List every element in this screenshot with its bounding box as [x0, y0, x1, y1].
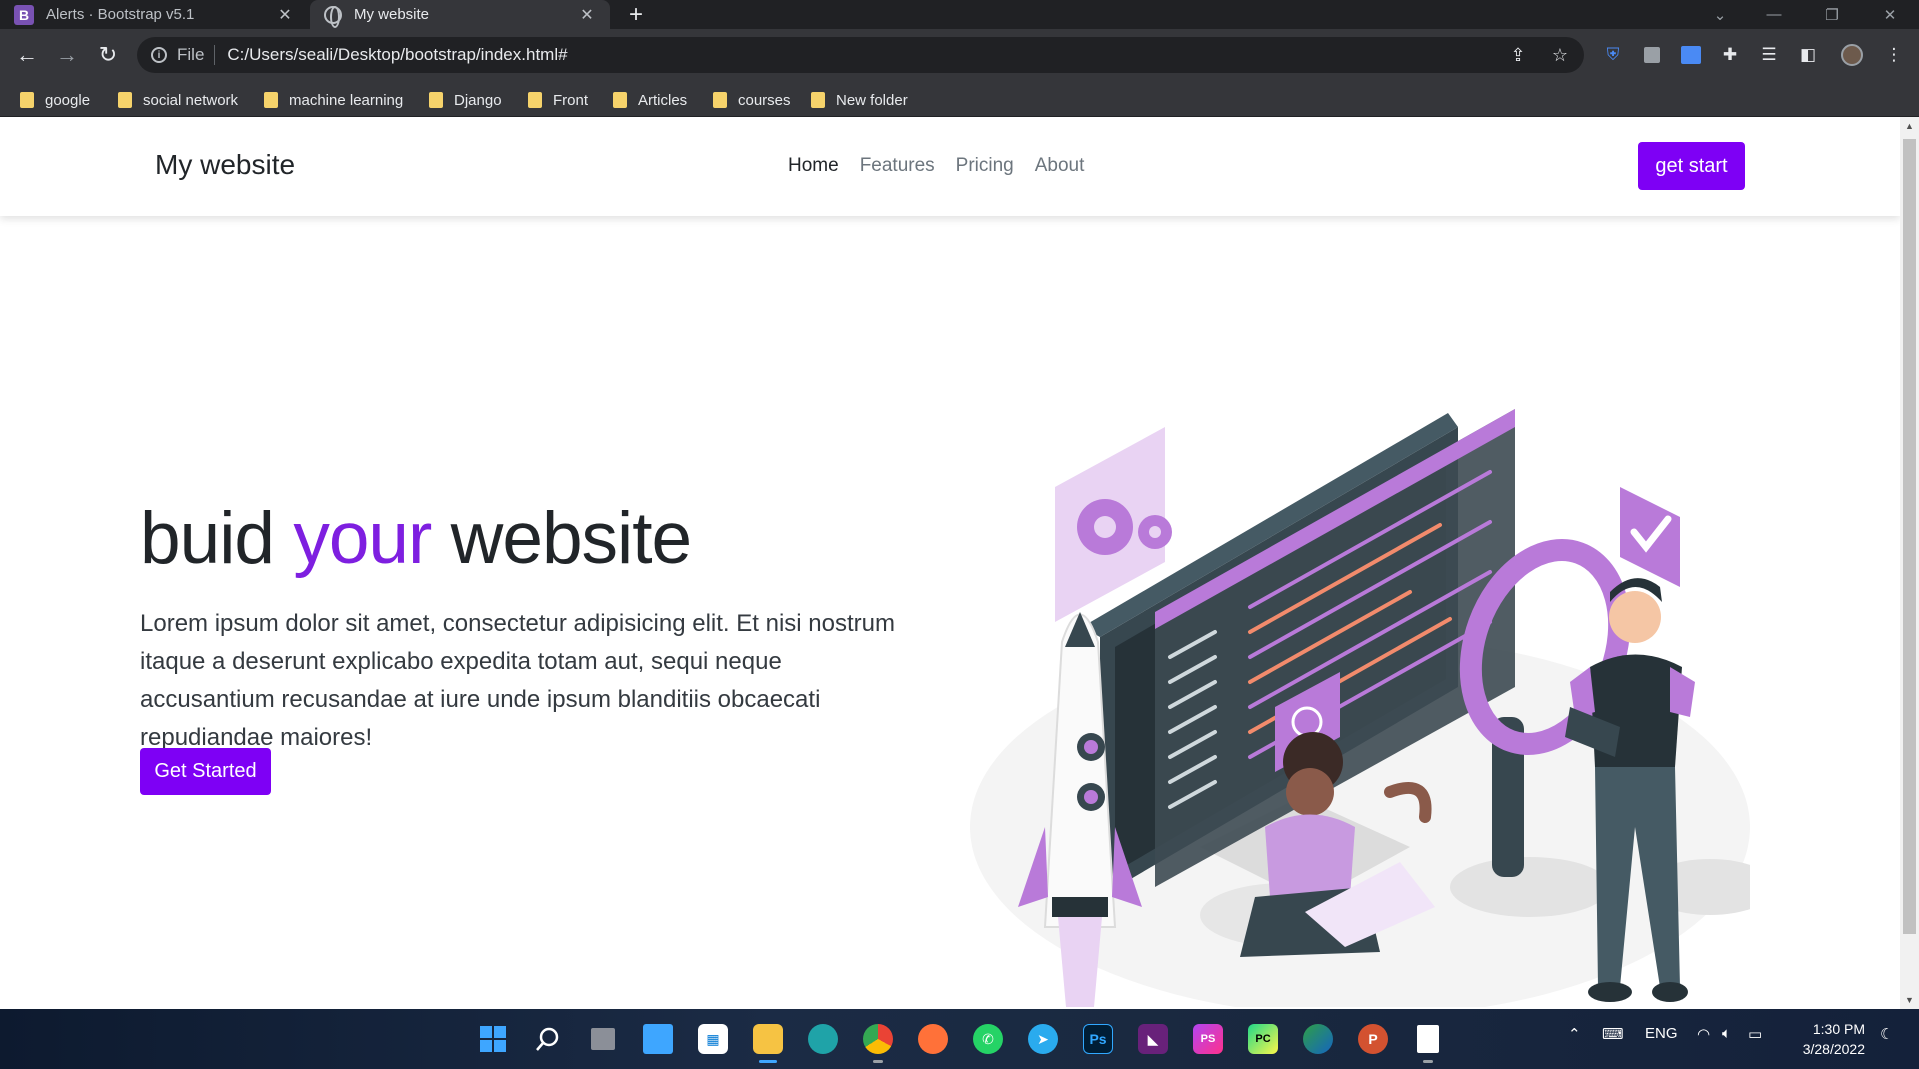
reading-list-icon[interactable]: ☰: [1755, 41, 1783, 69]
globe-icon: [324, 5, 342, 28]
bookmark-folder[interactable]: Articles: [613, 89, 687, 111]
minimize-icon[interactable]: —: [1754, 0, 1794, 29]
bookmark-folder[interactable]: social network: [118, 89, 238, 111]
tab-alerts-bootstrap[interactable]: B Alerts · Bootstrap v5.1 ✕: [0, 0, 308, 29]
extension-square-icon[interactable]: [1638, 41, 1666, 69]
notifications-moon-icon[interactable]: ☾: [1880, 1025, 1893, 1043]
folder-icon: [429, 92, 443, 108]
windows-taskbar: ▦ ✆ ➤ Ps ◣ PS PC P ⌃ ⌨ ENG ◠ 🔈︎ ▭ 1:30 P…: [0, 1009, 1919, 1069]
phpstorm-icon[interactable]: PS: [1190, 1021, 1226, 1057]
scroll-up-arrow-icon[interactable]: ▲: [1900, 117, 1919, 135]
bookmarks-bar: google social network machine learning D…: [0, 81, 1919, 117]
folder-icon: [118, 92, 132, 108]
scroll-thumb[interactable]: [1903, 139, 1916, 934]
page-scrollbar[interactable]: ▲ ▼: [1900, 117, 1919, 1009]
whatsapp-icon[interactable]: ✆: [970, 1021, 1006, 1057]
edge-browser-icon[interactable]: [805, 1021, 841, 1057]
scroll-down-arrow-icon[interactable]: ▼: [1900, 991, 1919, 1009]
profile-avatar[interactable]: [1838, 41, 1866, 69]
tab-title: My website: [354, 6, 430, 23]
document-file-icon[interactable]: [1410, 1021, 1446, 1063]
hero-paragraph: Lorem ipsum dolor sit amet, consectetur …: [140, 610, 895, 751]
folder-icon: [613, 92, 627, 108]
bookmark-folder[interactable]: New folder: [811, 89, 908, 111]
hero-title: buid your website: [140, 498, 692, 579]
share-icon[interactable]: ⇪: [1506, 43, 1530, 67]
chrome-browser-icon[interactable]: [860, 1021, 896, 1063]
search-icon[interactable]: [530, 1021, 566, 1057]
telegram-icon[interactable]: ➤: [1025, 1021, 1061, 1057]
info-icon[interactable]: i: [151, 47, 167, 63]
folder-icon: [811, 92, 825, 108]
address-scheme-label: File: [177, 45, 216, 65]
bootstrap-favicon-icon: B: [14, 4, 34, 25]
pycharm-icon[interactable]: PC: [1245, 1021, 1281, 1057]
file-explorer-icon[interactable]: [750, 1021, 786, 1063]
bookmark-star-icon[interactable]: ☆: [1548, 43, 1572, 67]
address-url[interactable]: C:/Users/seali/Desktop/bootstrap/index.h…: [227, 45, 567, 65]
language-indicator[interactable]: ENG: [1645, 1025, 1678, 1042]
developer-illustration: [970, 409, 1750, 1007]
wifi-icon[interactable]: ◠: [1697, 1025, 1710, 1043]
bookmark-folder[interactable]: machine learning: [264, 89, 403, 111]
task-view-icon[interactable]: [585, 1021, 621, 1057]
bookmark-folder[interactable]: Django: [429, 89, 502, 111]
nav-link-pricing[interactable]: Pricing: [956, 155, 1014, 177]
new-tab-plus-icon[interactable]: +: [622, 0, 650, 29]
forward-arrow-icon[interactable]: →: [53, 41, 81, 69]
visual-studio-icon[interactable]: ◣: [1135, 1021, 1171, 1057]
windows-start-icon[interactable]: [475, 1021, 511, 1057]
window-close-icon[interactable]: ✕: [1870, 0, 1910, 29]
firefox-browser-icon[interactable]: [915, 1021, 951, 1057]
bookmark-folder[interactable]: google: [20, 89, 90, 111]
reload-icon[interactable]: ↻: [94, 41, 122, 69]
shield-extension-icon[interactable]: ⛨: [1599, 41, 1627, 69]
google-translate-icon[interactable]: [1677, 41, 1705, 69]
battery-icon[interactable]: ▭: [1748, 1025, 1762, 1043]
puzzle-extensions-icon[interactable]: ✚: [1716, 41, 1744, 69]
volume-icon[interactable]: 🔈︎: [1722, 1025, 1731, 1042]
tab-my-website[interactable]: My website ✕: [310, 0, 610, 29]
tab-title: Alerts · Bootstrap v5.1: [46, 6, 195, 23]
restore-icon[interactable]: ❐: [1812, 0, 1852, 29]
nav-link-features[interactable]: Features: [860, 155, 935, 177]
bookmark-folder[interactable]: Front: [528, 89, 588, 111]
windows-logo-icon: [480, 1026, 506, 1052]
folder-icon: [264, 92, 278, 108]
nav-link-home[interactable]: Home: [788, 155, 839, 177]
site-brand[interactable]: My website: [155, 149, 295, 181]
get-start-button[interactable]: get start: [1638, 142, 1745, 190]
folder-icon: [528, 92, 542, 108]
nav-link-about[interactable]: About: [1035, 155, 1085, 177]
browser-toolbar: ← → ↻ i File C:/Users/seali/Desktop/boot…: [0, 29, 1919, 81]
close-icon[interactable]: ✕: [276, 5, 294, 25]
get-started-button[interactable]: Get Started: [140, 748, 271, 795]
photoshop-icon[interactable]: Ps: [1080, 1021, 1116, 1057]
tab-search-chevron-icon[interactable]: ⌄: [1700, 0, 1740, 29]
tray-overflow-chevron-icon[interactable]: ⌃: [1568, 1025, 1581, 1043]
page-viewport: My website Home Features Pricing About g…: [0, 117, 1900, 1009]
folder-icon: [20, 92, 34, 108]
clock-date: 3/28/2022: [1802, 1041, 1865, 1057]
tab-strip: B Alerts · Bootstrap v5.1 ✕ My website ✕…: [0, 0, 1919, 29]
widgets-icon[interactable]: [640, 1021, 676, 1057]
nav-links: Home Features Pricing About: [788, 155, 1084, 177]
side-panel-icon[interactable]: ◧: [1794, 41, 1822, 69]
clock-time: 1:30 PM: [1812, 1021, 1865, 1037]
internet-download-manager-icon[interactable]: [1300, 1021, 1336, 1057]
taskbar-clock[interactable]: 1:30 PM 3/28/2022: [1795, 1019, 1865, 1059]
back-arrow-icon[interactable]: ←: [13, 41, 41, 69]
bookmark-folder[interactable]: courses: [713, 89, 791, 111]
folder-icon: [713, 92, 727, 108]
keyboard-icon[interactable]: ⌨: [1602, 1025, 1624, 1043]
kebab-menu-icon[interactable]: ⋮: [1880, 41, 1908, 69]
powerpoint-like-icon[interactable]: P: [1355, 1021, 1391, 1057]
hero-title-accent: your: [293, 498, 432, 579]
microsoft-store-icon[interactable]: ▦: [695, 1021, 731, 1057]
address-bar[interactable]: i File C:/Users/seali/Desktop/bootstrap/…: [137, 37, 1584, 73]
site-navbar: My website Home Features Pricing About g…: [0, 117, 1900, 216]
close-icon[interactable]: ✕: [578, 5, 596, 25]
